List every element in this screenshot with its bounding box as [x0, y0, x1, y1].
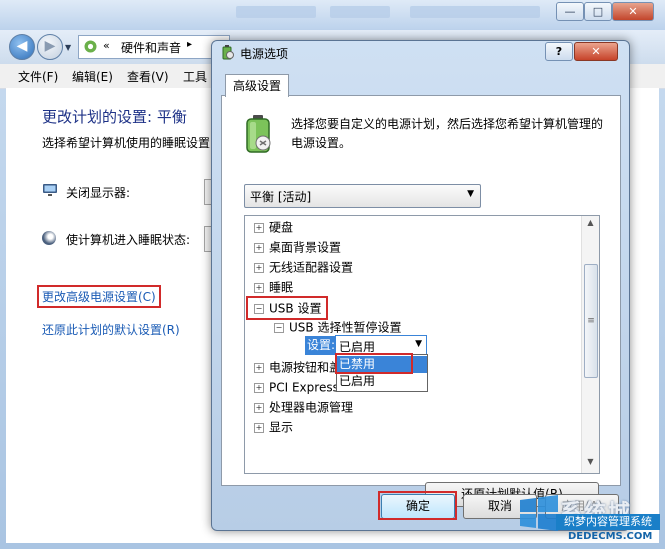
history-dropdown-icon[interactable]: ▼ [65, 43, 71, 52]
breadcrumb-overflow[interactable]: « [103, 39, 110, 52]
sleep-moon-icon [42, 231, 56, 245]
title-text-blurred [410, 6, 540, 18]
dialog-title: 电源选项 [240, 47, 289, 61]
menu-view[interactable]: 查看(V) [127, 68, 169, 85]
tree-node-pci-express[interactable]: + PCI Express [245, 377, 339, 397]
power-options-icon [222, 45, 234, 60]
tree-node-label: 无线适配器设置 [269, 260, 354, 275]
expand-icon[interactable]: + [254, 422, 264, 433]
option-enabled[interactable]: 已启用 [337, 373, 427, 390]
tree-node-label: 硬盘 [269, 220, 294, 235]
display-off-label: 关闭显示器: [66, 186, 131, 200]
expand-icon[interactable]: + [254, 222, 264, 233]
collapse-icon[interactable]: − [274, 322, 284, 333]
tree-node-display[interactable]: + 显示 [245, 417, 293, 437]
address-bar[interactable]: « 硬件和声音 ▸ [78, 35, 230, 59]
watermark-url: DEDECMS.COM [568, 531, 653, 542]
help-button[interactable]: ? [545, 42, 573, 61]
restore-plan-defaults-link[interactable]: 还原此计划的默认设置(R) [42, 321, 180, 338]
page-description: 选择希望计算机使用的睡眠设置 [42, 136, 211, 150]
battery-icon [246, 115, 271, 153]
title-text-blurred [330, 6, 390, 18]
back-button[interactable]: ◀ [9, 34, 35, 60]
watermark-tag: 织梦内容管理系统 [556, 514, 660, 530]
tab-advanced-settings[interactable]: 高级设置 [225, 74, 289, 97]
tree-node-power-buttons[interactable]: + 电源按钮和盖 [245, 357, 341, 377]
expand-icon[interactable]: + [254, 382, 264, 393]
title-bar: — □ ✕ [0, 0, 665, 30]
tree-node-desktop-background[interactable]: + 桌面背景设置 [245, 237, 341, 257]
title-text-blurred [236, 6, 316, 18]
menu-file[interactable]: 文件(F) [18, 68, 58, 85]
scroll-up-icon[interactable]: ▲ [582, 218, 599, 227]
tree-node-usb-selective-suspend[interactable]: − USB 选择性暂停设置 [265, 317, 401, 337]
tree-node-label: 桌面背景设置 [269, 240, 342, 255]
setting-label: 设置: [305, 336, 338, 355]
control-panel-icon [84, 40, 97, 53]
advanced-settings-panel: 选择您要自定义的电源计划，然后选择您希望计算机管理的电源设置。 平衡 [活动] … [221, 95, 621, 507]
minimize-button[interactable]: — [556, 2, 584, 21]
tree-node-label: 显示 [269, 420, 294, 435]
chevron-down-icon: ▼ [415, 339, 422, 349]
chevron-down-icon: ▼ [467, 189, 474, 199]
power-plan-value: 平衡 [活动] [250, 190, 312, 204]
tree-node-hard-disk[interactable]: + 硬盘 [245, 217, 293, 237]
scroll-down-icon[interactable]: ▼ [582, 457, 599, 466]
close-button[interactable]: ✕ [612, 2, 654, 21]
settings-tree: + 硬盘 + 桌面背景设置 + 无线适配器设置 + 睡眠 − USB 设置 − USB 选择… [244, 215, 600, 474]
tree-node-label: 处理器电源管理 [269, 400, 354, 415]
menu-tools[interactable]: 工具 [183, 68, 207, 85]
intro-text: 选择您要自定义的电源计划，然后选择您希望计算机管理的电源设置。 [291, 117, 604, 150]
tree-node-label: 睡眠 [269, 280, 294, 295]
tree-node-label: PCI Express [269, 380, 339, 395]
monitor-icon [43, 184, 57, 196]
expand-icon[interactable]: + [254, 262, 264, 273]
vertical-scrollbar[interactable]: ▲ ≡ ▼ [581, 216, 599, 473]
tree-node-processor-power[interactable]: + 处理器电源管理 [245, 397, 353, 417]
power-plan-select[interactable]: 平衡 [活动] ▼ [244, 184, 481, 208]
tree-node-label: 电源按钮和盖 [269, 360, 342, 375]
sleep-label: 使计算机进入睡眠状态: [66, 233, 191, 247]
power-options-dialog: 电源选项 ? ✕ 高级设置 选择您要自定义的电源计划，然后选择您希望计算机管理的… [211, 40, 630, 531]
tree-node-sleep[interactable]: + 睡眠 [245, 277, 293, 297]
tree-node-wireless-adapter[interactable]: + 无线适配器设置 [245, 257, 353, 277]
tree-node-label: USB 选择性暂停设置 [289, 320, 402, 335]
maximize-button[interactable]: □ [584, 2, 612, 21]
advanced-settings-link[interactable]: 更改高级电源设置(C) [37, 285, 161, 308]
annotation-highlight-box [378, 491, 457, 520]
expand-icon[interactable]: + [254, 282, 264, 293]
menu-edit[interactable]: 编辑(E) [72, 68, 113, 85]
scroll-thumb[interactable]: ≡ [584, 264, 598, 378]
breadcrumb-separator-icon[interactable]: ▸ [187, 39, 192, 50]
watermark-logo-icon [520, 495, 558, 531]
dialog-close-button[interactable]: ✕ [574, 42, 618, 61]
collapse-icon[interactable]: − [254, 303, 264, 314]
breadcrumb-item[interactable]: 硬件和声音 [121, 39, 181, 56]
expand-icon[interactable]: + [254, 402, 264, 413]
expand-icon[interactable]: + [254, 362, 264, 373]
forward-button[interactable]: ▶ [37, 34, 63, 60]
expand-icon[interactable]: + [254, 242, 264, 253]
annotation-highlight-box [335, 353, 413, 374]
tree-node-label: USB 设置 [269, 301, 322, 316]
page-title: 更改计划的设置: 平衡 [42, 108, 187, 126]
